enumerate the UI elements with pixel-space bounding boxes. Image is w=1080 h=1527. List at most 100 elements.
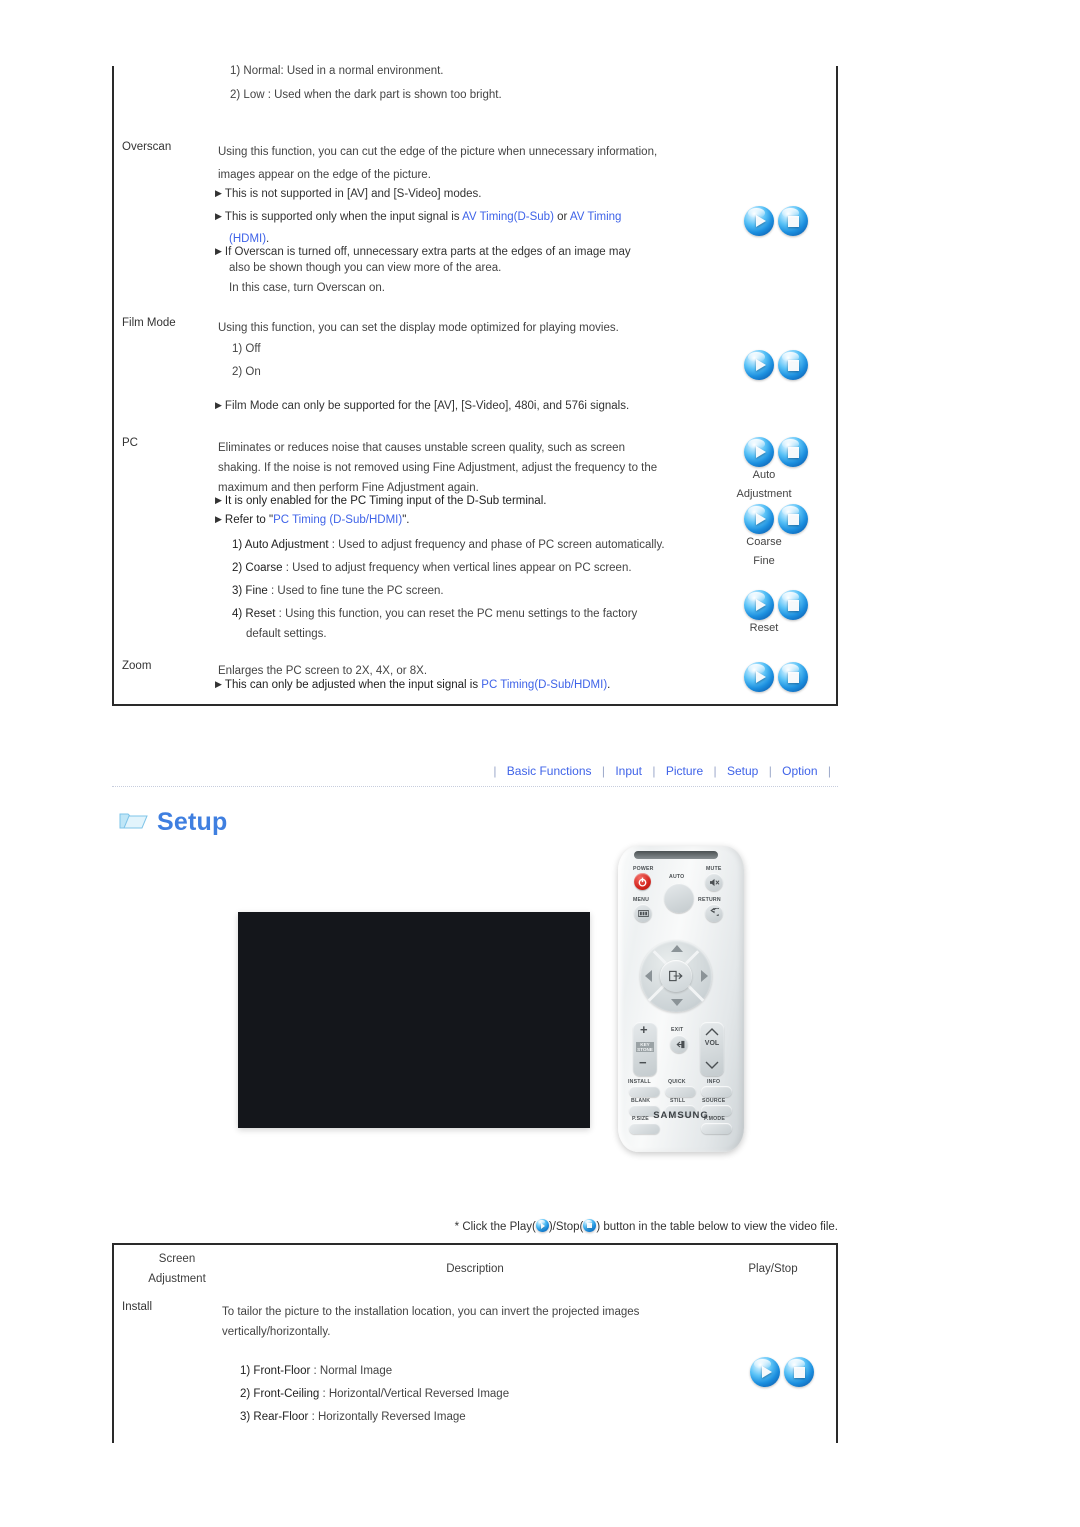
- bullet-arrow-icon: ▶: [215, 679, 222, 689]
- remote-info-button[interactable]: [701, 1086, 732, 1097]
- stop-icon[interactable]: [778, 206, 808, 236]
- intro-option-low: 2) Low : Used when the dark part is show…: [230, 89, 502, 101]
- play-icon[interactable]: [744, 590, 774, 620]
- stop-icon[interactable]: [778, 590, 808, 620]
- stop-icon[interactable]: [778, 437, 808, 467]
- install-option-rear-floor: 3) Rear-Floor : Horizontally Reversed Im…: [240, 1411, 466, 1423]
- pc-auto-adjustment-controls[interactable]: [744, 437, 808, 467]
- stop-icon: [583, 1219, 597, 1232]
- nav-item-setup[interactable]: Setup: [727, 764, 758, 778]
- zoom-playstop-controls[interactable]: [744, 662, 808, 692]
- remote-menu-button[interactable]: [634, 904, 652, 922]
- play-icon[interactable]: [744, 206, 774, 236]
- pc-bullet-a: ▶ It is only enabled for the PC Timing in…: [215, 495, 547, 507]
- section-nav[interactable]: | Basic Functions | Input | Picture | Se…: [112, 762, 838, 780]
- remote-power-button[interactable]: [634, 873, 651, 890]
- row-label-overscan: Overscan: [122, 141, 172, 153]
- play-icon[interactable]: [750, 1357, 780, 1387]
- table-header-adjustment: Adjustment: [148, 1273, 206, 1285]
- dpad-right-icon[interactable]: [700, 969, 708, 983]
- nav-item-basic-functions[interactable]: Basic Functions: [507, 764, 592, 778]
- nav-separator: |: [601, 764, 605, 778]
- install-playstop-controls[interactable]: [750, 1357, 814, 1387]
- film-mode-option-off: 1) Off: [232, 343, 261, 355]
- film-mode-playstop-controls[interactable]: [744, 350, 808, 380]
- stop-icon[interactable]: [778, 350, 808, 380]
- link-pc-timing-zoom[interactable]: PC Timing(D-Sub/HDMI): [481, 679, 607, 691]
- overscan-playstop-controls[interactable]: [744, 206, 808, 236]
- remote-install-button[interactable]: [629, 1086, 660, 1097]
- bullet-arrow-icon: ▶: [215, 188, 222, 198]
- intro-option-normal: 1) Normal: Used in a normal environment.: [230, 65, 444, 77]
- stop-icon[interactable]: [778, 504, 808, 534]
- remote-label-info: INFO: [707, 1079, 721, 1085]
- video-player-screen[interactable]: [238, 912, 590, 1128]
- dpad-down-icon[interactable]: [670, 998, 684, 1006]
- remote-return-button[interactable]: [705, 904, 723, 922]
- install-option-front-floor: 1) Front-Floor : Normal Image: [240, 1365, 393, 1377]
- pc-option-fine: 3) Fine : Used to fine tune the PC scree…: [232, 585, 444, 597]
- remote-brand-logo: SAMSUNG: [653, 1110, 709, 1121]
- pc-option-coarse: 2) Coarse : Used to adjust frequency whe…: [232, 562, 632, 574]
- install-line-2: vertically/horizontally.: [222, 1326, 331, 1338]
- remote-label-source: SOURCE: [702, 1098, 726, 1104]
- stop-icon[interactable]: [784, 1357, 814, 1387]
- remote-mute-button[interactable]: [705, 873, 723, 891]
- remote-enter-button[interactable]: [660, 960, 692, 992]
- pc-bullet-b: ▶ Refer to "PC Timing (D-Sub/HDMI)".: [215, 514, 410, 526]
- nav-item-input[interactable]: Input: [615, 764, 642, 778]
- zoom-bullet-1: ▶ This can only be adjusted when the inpu…: [215, 679, 611, 691]
- film-mode-bullet-1: ▶ Film Mode can only be supported for the…: [215, 400, 630, 412]
- row-label-pc: PC: [122, 437, 138, 449]
- remote-label-exit: EXIT: [671, 1027, 684, 1033]
- remote-label-power: POWER: [633, 866, 654, 872]
- nav-separator: |: [768, 764, 772, 778]
- vol-up-icon[interactable]: [705, 1028, 719, 1036]
- remote-exit-button[interactable]: [670, 1035, 688, 1053]
- dpad-left-icon[interactable]: [645, 969, 653, 983]
- play-icon[interactable]: [744, 350, 774, 380]
- overscan-bullet-3-line3: In this case, turn Overscan on.: [229, 282, 385, 294]
- bullet-arrow-icon: ▶: [215, 495, 222, 505]
- remote-label-blank: BLANK: [631, 1098, 651, 1104]
- stop-icon[interactable]: [778, 662, 808, 692]
- folder-icon: [118, 808, 148, 837]
- bullet-arrow-icon: ▶: [215, 400, 222, 410]
- play-icon[interactable]: [744, 437, 774, 467]
- remote-keystone-label-2: STONE: [636, 1047, 654, 1052]
- pc-coarse-fine-controls[interactable]: [744, 504, 808, 534]
- remote-keystone-minus[interactable]: −: [639, 1056, 647, 1069]
- row-label-film-mode: Film Mode: [122, 317, 176, 329]
- remote-label-mute: MUTE: [706, 866, 722, 872]
- bullet-arrow-icon: ▶: [215, 246, 222, 256]
- nav-divider: [112, 786, 838, 787]
- bullet-arrow-icon: ▶: [215, 514, 222, 524]
- nav-separator: |: [713, 764, 717, 778]
- remote-keystone-plus[interactable]: +: [640, 1023, 648, 1036]
- remote-psize-button[interactable]: [629, 1123, 660, 1134]
- nav-separator: |: [652, 764, 656, 778]
- nav-item-option[interactable]: Option: [782, 764, 817, 778]
- dpad-up-icon[interactable]: [670, 945, 684, 953]
- pc-reset-controls[interactable]: [744, 590, 808, 620]
- remote-auto-button[interactable]: [664, 883, 694, 913]
- play-icon: [535, 1219, 549, 1232]
- pc-option-auto-adjustment: 1) Auto Adjustment : Used to adjust freq…: [232, 539, 665, 551]
- remote-label-still: STILL: [670, 1098, 686, 1104]
- link-pc-timing[interactable]: PC Timing (D-Sub/HDMI): [273, 514, 402, 526]
- remote-pmode-button[interactable]: [701, 1123, 732, 1134]
- link-av-timing-hdmi[interactable]: AV Timing: [570, 211, 622, 223]
- play-icon[interactable]: [744, 504, 774, 534]
- remote-quick-button[interactable]: [665, 1086, 696, 1097]
- nav-separator: |: [827, 764, 831, 778]
- overscan-bullet-1: ▶ This is not supported in [AV] and [S-Vi…: [215, 188, 482, 200]
- nav-separator: |: [493, 764, 497, 778]
- setup-section-heading: Setup: [118, 808, 227, 837]
- nav-item-picture[interactable]: Picture: [666, 764, 703, 778]
- play-icon[interactable]: [744, 662, 774, 692]
- icon-label-coarse: Coarse: [746, 536, 782, 548]
- bullet-arrow-icon: ▶: [215, 211, 222, 221]
- remote-control-image: POWER AUTO MUTE MENU RETURN + KEY STONE …: [612, 842, 750, 1154]
- link-av-timing-dsub[interactable]: AV Timing(D-Sub): [462, 211, 554, 223]
- vol-down-icon[interactable]: [705, 1061, 719, 1069]
